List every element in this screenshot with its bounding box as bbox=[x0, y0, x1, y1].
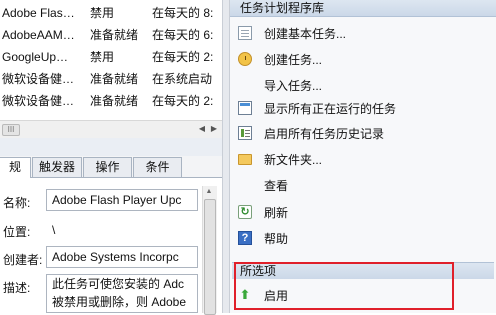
task-row[interactable]: GoogleUp… 禁用 在每天的 2: bbox=[0, 46, 222, 68]
help-action[interactable]: ? 帮助 bbox=[232, 226, 494, 252]
task-details-panel: 名称: Adobe Flash Player Upc 位置: \ 创建者: Ad… bbox=[0, 178, 222, 313]
name-field[interactable]: Adobe Flash Player Upc bbox=[46, 189, 198, 211]
horizontal-scrollbar[interactable]: III ◀ ▶ bbox=[0, 120, 222, 138]
description-label: 描述: bbox=[3, 281, 31, 295]
actions-section-header[interactable]: 任务计划程序库 bbox=[230, 0, 496, 17]
pane-splitter[interactable] bbox=[0, 138, 222, 156]
task-name: 微软设备健… bbox=[2, 94, 75, 108]
tab-general[interactable]: 规 bbox=[0, 157, 31, 178]
tab-actions[interactable]: 操作 bbox=[83, 157, 132, 177]
create-task-action[interactable]: 创建任务... bbox=[232, 47, 494, 73]
author-label: 创建者: bbox=[3, 253, 43, 267]
task-row[interactable]: 微软设备健… 准备就绪 在每天的 2: bbox=[0, 90, 222, 112]
create-basic-task-icon bbox=[238, 26, 252, 40]
task-status: 禁用 bbox=[90, 6, 115, 20]
location-value: \ bbox=[52, 223, 56, 237]
task-trigger: 在每天的 6: bbox=[152, 28, 214, 42]
tab-triggers[interactable]: 触发器 bbox=[32, 157, 82, 177]
task-name: GoogleUp… bbox=[2, 50, 69, 64]
task-status: 准备就绪 bbox=[90, 72, 139, 86]
action-label: 帮助 bbox=[264, 232, 289, 246]
pane-divider[interactable] bbox=[222, 0, 230, 313]
action-label: 启用所有任务历史记录 bbox=[264, 127, 385, 141]
task-row[interactable]: 微软设备健… 准备就绪 在系统启动 bbox=[0, 68, 222, 90]
view-action[interactable]: 查看 bbox=[232, 173, 494, 199]
task-name: 微软设备健… bbox=[2, 72, 75, 86]
location-label: 位置: bbox=[3, 225, 31, 239]
enable-task-history-action[interactable]: 启用所有任务历史记录 bbox=[232, 121, 494, 147]
tab-conditions[interactable]: 条件 bbox=[133, 157, 182, 177]
action-label: 新文件夹... bbox=[264, 153, 323, 167]
task-status: 准备就绪 bbox=[90, 28, 139, 42]
refresh-action[interactable]: ↻ 刷新 bbox=[232, 200, 494, 226]
highlight-box bbox=[234, 262, 454, 310]
task-trigger: 在每天的 8: bbox=[152, 6, 214, 20]
task-row[interactable]: AdobeAAM… 准备就绪 在每天的 6: bbox=[0, 24, 222, 46]
author-field[interactable]: Adobe Systems Incorpc bbox=[46, 246, 198, 268]
scrollbar-thumb[interactable]: III bbox=[2, 124, 20, 136]
task-trigger: 在每天的 2: bbox=[152, 94, 214, 108]
running-tasks-icon bbox=[238, 101, 252, 115]
name-label: 名称: bbox=[3, 196, 31, 210]
task-history-icon bbox=[238, 126, 252, 140]
create-basic-task-action[interactable]: 创建基本任务... bbox=[232, 21, 494, 47]
refresh-icon: ↻ bbox=[238, 205, 252, 219]
scroll-left-icon[interactable]: ◀ bbox=[196, 123, 208, 135]
scrollbar-thumb[interactable] bbox=[204, 199, 216, 315]
task-list[interactable]: Adobe Flas… 禁用 在每天的 8: AdobeAAM… 准备就绪 在每… bbox=[0, 0, 222, 121]
scroll-up-icon[interactable]: ▲ bbox=[204, 188, 214, 196]
create-task-icon bbox=[238, 52, 252, 66]
task-name: Adobe Flas… bbox=[2, 6, 75, 20]
description-line: 被禁用或删除，则 Adobe bbox=[52, 295, 187, 309]
detail-tabs: 规 触发器 操作 条件 bbox=[0, 156, 222, 178]
description-field[interactable]: 此任务可使您安装的 Adc 被禁用或删除，则 Adobe bbox=[46, 274, 198, 313]
description-line: 此任务可使您安装的 Adc bbox=[52, 277, 185, 291]
help-icon: ? bbox=[238, 231, 252, 245]
action-label: 创建任务... bbox=[264, 53, 323, 67]
task-trigger: 在系统启动 bbox=[152, 72, 213, 86]
action-label: 刷新 bbox=[264, 206, 289, 220]
task-status: 禁用 bbox=[90, 50, 115, 64]
action-label: 显示所有正在运行的任务 bbox=[264, 102, 397, 116]
task-status: 准备就绪 bbox=[90, 94, 139, 108]
folder-icon bbox=[238, 154, 252, 165]
show-running-tasks-action[interactable]: 显示所有正在运行的任务 bbox=[232, 96, 494, 122]
action-label: 查看 bbox=[264, 179, 289, 193]
new-folder-action[interactable]: 新文件夹... bbox=[232, 147, 494, 173]
task-row[interactable]: Adobe Flas… 禁用 在每天的 8: bbox=[0, 2, 222, 24]
scroll-right-icon[interactable]: ▶ bbox=[208, 123, 220, 135]
task-trigger: 在每天的 2: bbox=[152, 50, 214, 64]
actions-section-title: 任务计划程序库 bbox=[240, 1, 325, 15]
action-label: 创建基本任务... bbox=[264, 27, 347, 41]
task-name: AdobeAAM… bbox=[2, 28, 75, 42]
